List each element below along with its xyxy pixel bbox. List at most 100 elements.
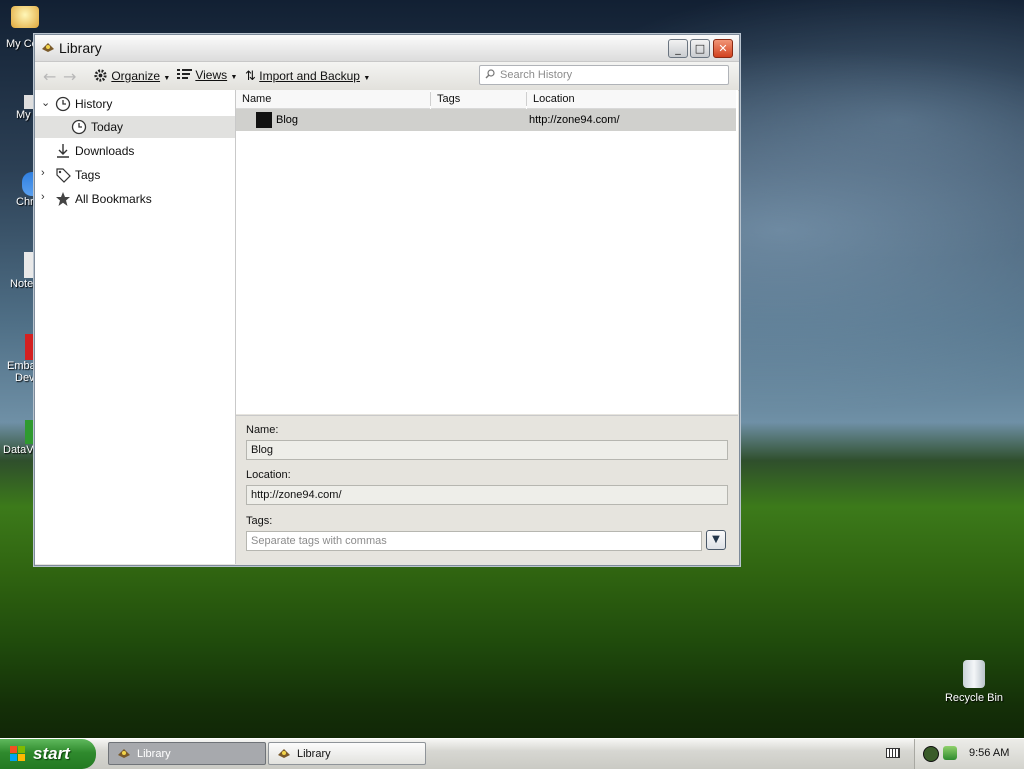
table-row[interactable]: Blog http://zone94.com/ [236, 109, 736, 131]
desktop-icon-label: My [16, 109, 31, 121]
toolbar: ← → Organize ▼ Views ▼ ⇅ Import and Back… [35, 62, 739, 91]
minimize-button[interactable]: _ [668, 39, 688, 58]
close-button[interactable]: ✕ [713, 39, 733, 58]
back-arrow-icon[interactable]: ← [43, 67, 56, 86]
system-tray: 9:56 AM [914, 739, 1024, 769]
desktop-icon-recycle-bin[interactable]: Recycle Bin [936, 660, 1012, 704]
clock: 9:56 AM [969, 747, 1010, 759]
download-icon [57, 144, 69, 158]
start-label: start [33, 744, 70, 763]
keyboard-icon[interactable] [886, 748, 900, 758]
tags-field[interactable]: Separate tags with commas [246, 531, 702, 551]
sidebar-item-history[interactable]: ⌄ History [35, 93, 235, 115]
search-icon [485, 69, 495, 79]
windows-logo-icon [10, 746, 25, 761]
clock-icon [71, 119, 87, 135]
my-computer-icon [11, 6, 39, 28]
views-button[interactable]: Views ▼ [177, 68, 237, 82]
search-history-input[interactable]: Search History [479, 65, 729, 85]
taskbar-item-library[interactable]: Library [268, 742, 426, 765]
chevron-down-icon[interactable]: ⌄ [41, 96, 51, 109]
taskbar-item-label: Library [137, 748, 171, 760]
library-app-icon [278, 749, 290, 758]
dropdown-arrow-icon: ▼ [363, 75, 371, 82]
chevron-right-icon[interactable]: › [41, 191, 51, 203]
sidebar-item-label: History [75, 97, 113, 111]
forward-arrow-icon[interactable]: → [63, 67, 76, 86]
desktop-icon-label: DataV [3, 444, 34, 456]
sidebar-item-today[interactable]: Today [35, 116, 235, 138]
sidebar-item-tags[interactable]: › Tags [35, 164, 235, 186]
maximize-icon: □ [694, 42, 706, 55]
desktop-icon-my-documents[interactable]: My [16, 95, 36, 121]
minimize-icon: _ [675, 42, 681, 55]
library-app-icon [42, 43, 54, 52]
details-pane: Name: Blog Location: http://zone94.com/ … [236, 415, 738, 565]
dropdown-arrow-icon: ▼ [163, 75, 171, 82]
name-field[interactable]: Blog [246, 440, 728, 460]
tags-dropdown-button[interactable]: ▼ [706, 530, 726, 550]
desktop-icon-embarcadero[interactable]: Emba Dev [7, 334, 36, 384]
sidebar-item-downloads[interactable]: Downloads [35, 140, 235, 162]
import-backup-button[interactable]: ⇅ Import and Backup ▼ [245, 68, 370, 84]
column-header-label: Location [533, 93, 575, 105]
gear-icon [94, 69, 107, 82]
desktop-icon-label: My Co [6, 38, 38, 50]
sidebar-item-label: Downloads [75, 144, 135, 158]
taskbar: start Library Library 9:56 AM [0, 738, 1024, 769]
desktop-icon-label: Emba [7, 360, 36, 372]
sidebar-item-label: All Bookmarks [75, 192, 152, 206]
location-field-label: Location: [246, 469, 291, 481]
notepad-icon [24, 252, 34, 278]
history-table: Name Tags Location Blog http://zone94.co… [236, 90, 738, 414]
desktop-icon-label: Dev [15, 372, 35, 384]
maximize-button[interactable]: □ [690, 39, 710, 58]
views-label: Views [195, 68, 228, 82]
column-header-name[interactable]: Name [236, 90, 430, 109]
column-header-location[interactable]: Location [527, 90, 736, 109]
organize-button[interactable]: Organize ▼ [93, 68, 170, 83]
clock-icon [55, 96, 71, 112]
desktop-icon-label: Chr [16, 196, 34, 208]
views-list-icon [177, 69, 192, 79]
library-window: Library _ □ ✕ ← → Organize ▼ Views ▼ ⇅ I… [34, 34, 740, 566]
taskbar-item-library-active[interactable]: Library [108, 742, 266, 765]
desktop-icon-notepad[interactable]: Note [10, 252, 34, 290]
row-name: Blog [276, 114, 299, 126]
organize-label: Organize [111, 69, 161, 83]
column-header-label: Tags [437, 93, 461, 105]
library-app-icon [118, 749, 130, 758]
close-icon: ✕ [718, 42, 728, 55]
chevron-right-icon[interactable]: › [41, 167, 51, 179]
column-header-label: Name [242, 93, 272, 105]
import-backup-label: Import and Backup [259, 69, 360, 83]
security-shield-icon[interactable] [923, 746, 939, 762]
sidebar-item-all-bookmarks[interactable]: › All Bookmarks [35, 188, 235, 210]
sidebar-item-label: Today [91, 120, 124, 134]
start-button[interactable]: start [0, 739, 96, 769]
taskbar-item-label: Library [297, 748, 331, 760]
dropdown-arrow-icon: ▼ [230, 74, 238, 81]
desktop-icon-label: Note [10, 278, 34, 290]
window-title: Library [59, 40, 102, 56]
chevron-down-icon: ▼ [712, 534, 720, 545]
tag-icon [56, 168, 71, 183]
star-icon [56, 192, 70, 206]
desktop-icon-my-computer[interactable]: My Co [0, 6, 50, 50]
name-field-label: Name: [246, 424, 279, 436]
site-favicon-icon [256, 112, 272, 128]
sidebar-item-label: Tags [75, 168, 101, 182]
column-header-tags[interactable]: Tags [431, 90, 526, 109]
desktop-icon-datav[interactable]: DataV [3, 420, 35, 456]
search-placeholder: Search History [500, 69, 573, 81]
network-icon[interactable] [943, 746, 957, 760]
title-bar[interactable]: Library _ □ ✕ [35, 35, 739, 62]
tags-field-label: Tags: [246, 515, 273, 527]
location-field[interactable]: http://zone94.com/ [246, 485, 728, 505]
recycle-bin-label: Recycle Bin [944, 692, 1004, 704]
desktop-icon-chrome[interactable]: Chr [16, 172, 34, 208]
recycle-bin-icon [963, 660, 985, 688]
chrome-icon [22, 172, 34, 196]
sidebar-tree: ⌄ History Today Downloads › Tags › All B… [35, 90, 236, 564]
import-export-icon: ⇅ [245, 68, 256, 83]
